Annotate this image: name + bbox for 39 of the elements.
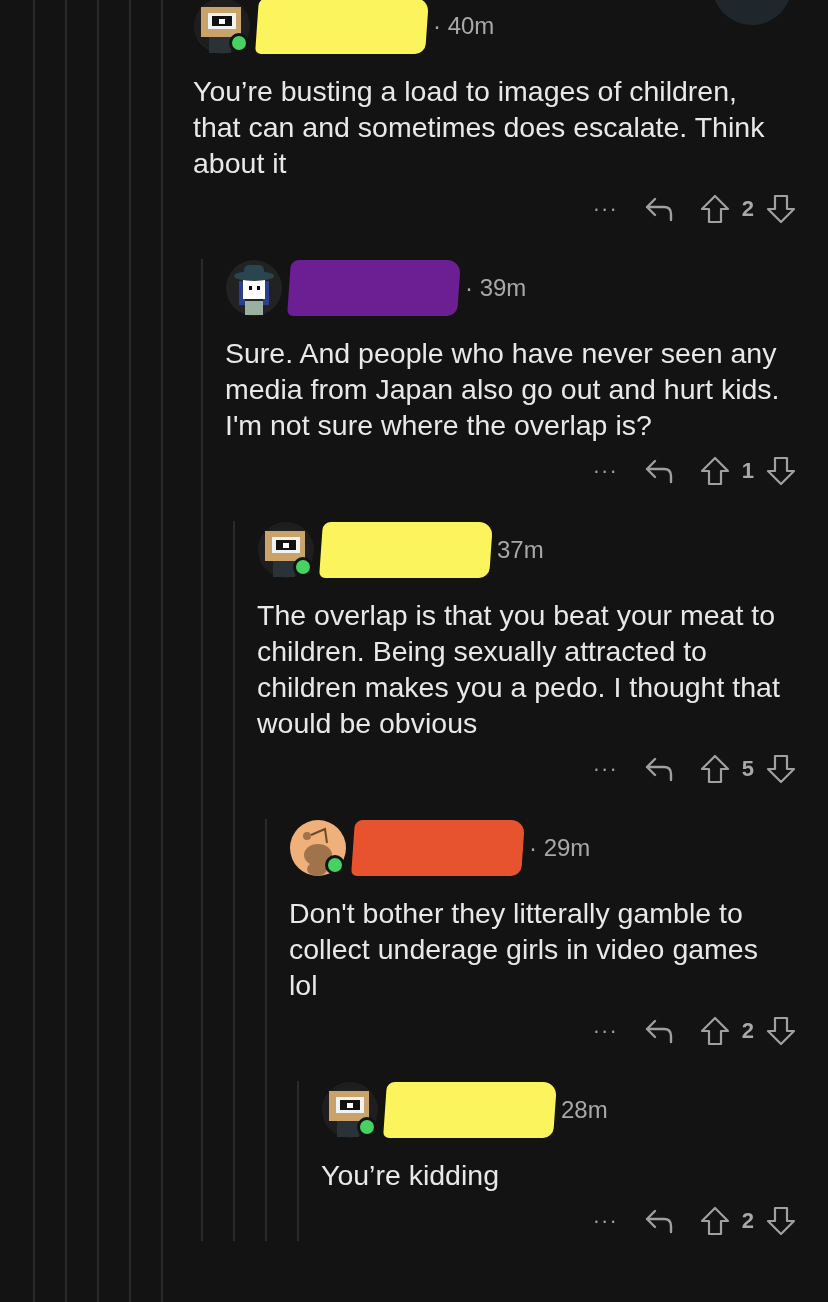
comment-text: Sure. And people who have never seen any media from Japan also go out and hurt kids. I'm not sure where the overlap is? [225,336,781,443]
more-options-button[interactable]: ··· [592,1208,618,1234]
vote-count: 2 [741,1208,754,1234]
comment-text: Don't bother they litterally gamble to collect underage girls in video games lol [289,896,759,1003]
avatar-icon [225,259,283,317]
comment-text: The overlap is that you beat your meat to children. Being sexually attracted to children makes you a pedo. I thought that would be obvious [257,598,781,741]
avatar-icon [257,521,315,579]
comment-text: You’re busting a load to images of children, that can and sometimes does escalate. Think about it [193,74,766,181]
downvote-icon[interactable] [766,1016,796,1046]
comment-time: · 39m [465,274,527,302]
more-options-button[interactable]: ··· [592,1018,618,1044]
vote-count: 5 [741,756,754,782]
avatar-icon [289,819,347,877]
more-options-button[interactable]: ··· [592,458,618,484]
comment-text: You’re kidding [321,1158,500,1193]
more-options-button[interactable]: ··· [592,196,618,222]
upvote-icon[interactable] [699,194,730,224]
reply-icon[interactable] [643,1018,674,1044]
vote-count: 2 [741,1018,754,1044]
reply-icon[interactable] [643,1208,674,1234]
downvote-icon[interactable] [766,754,796,784]
downvote-icon[interactable] [766,1206,796,1236]
comment-time: 37m [497,536,544,564]
comment-time: 28m [561,1096,608,1124]
more-options-button[interactable]: ··· [592,756,618,782]
upvote-icon[interactable] [699,1206,730,1236]
downvote-icon[interactable] [766,456,796,486]
vote-count: 2 [741,196,754,222]
upvote-icon[interactable] [699,1016,730,1046]
upvote-icon[interactable] [699,456,730,486]
vote-count: 1 [741,458,754,484]
reply-icon[interactable] [643,458,674,484]
comment-time: · 40m [433,12,495,40]
reply-icon[interactable] [643,196,674,222]
upvote-icon[interactable] [699,754,730,784]
comment-time: · 29m [529,834,591,862]
avatar-icon [321,1081,379,1139]
downvote-icon[interactable] [766,194,796,224]
reply-icon[interactable] [643,756,674,782]
